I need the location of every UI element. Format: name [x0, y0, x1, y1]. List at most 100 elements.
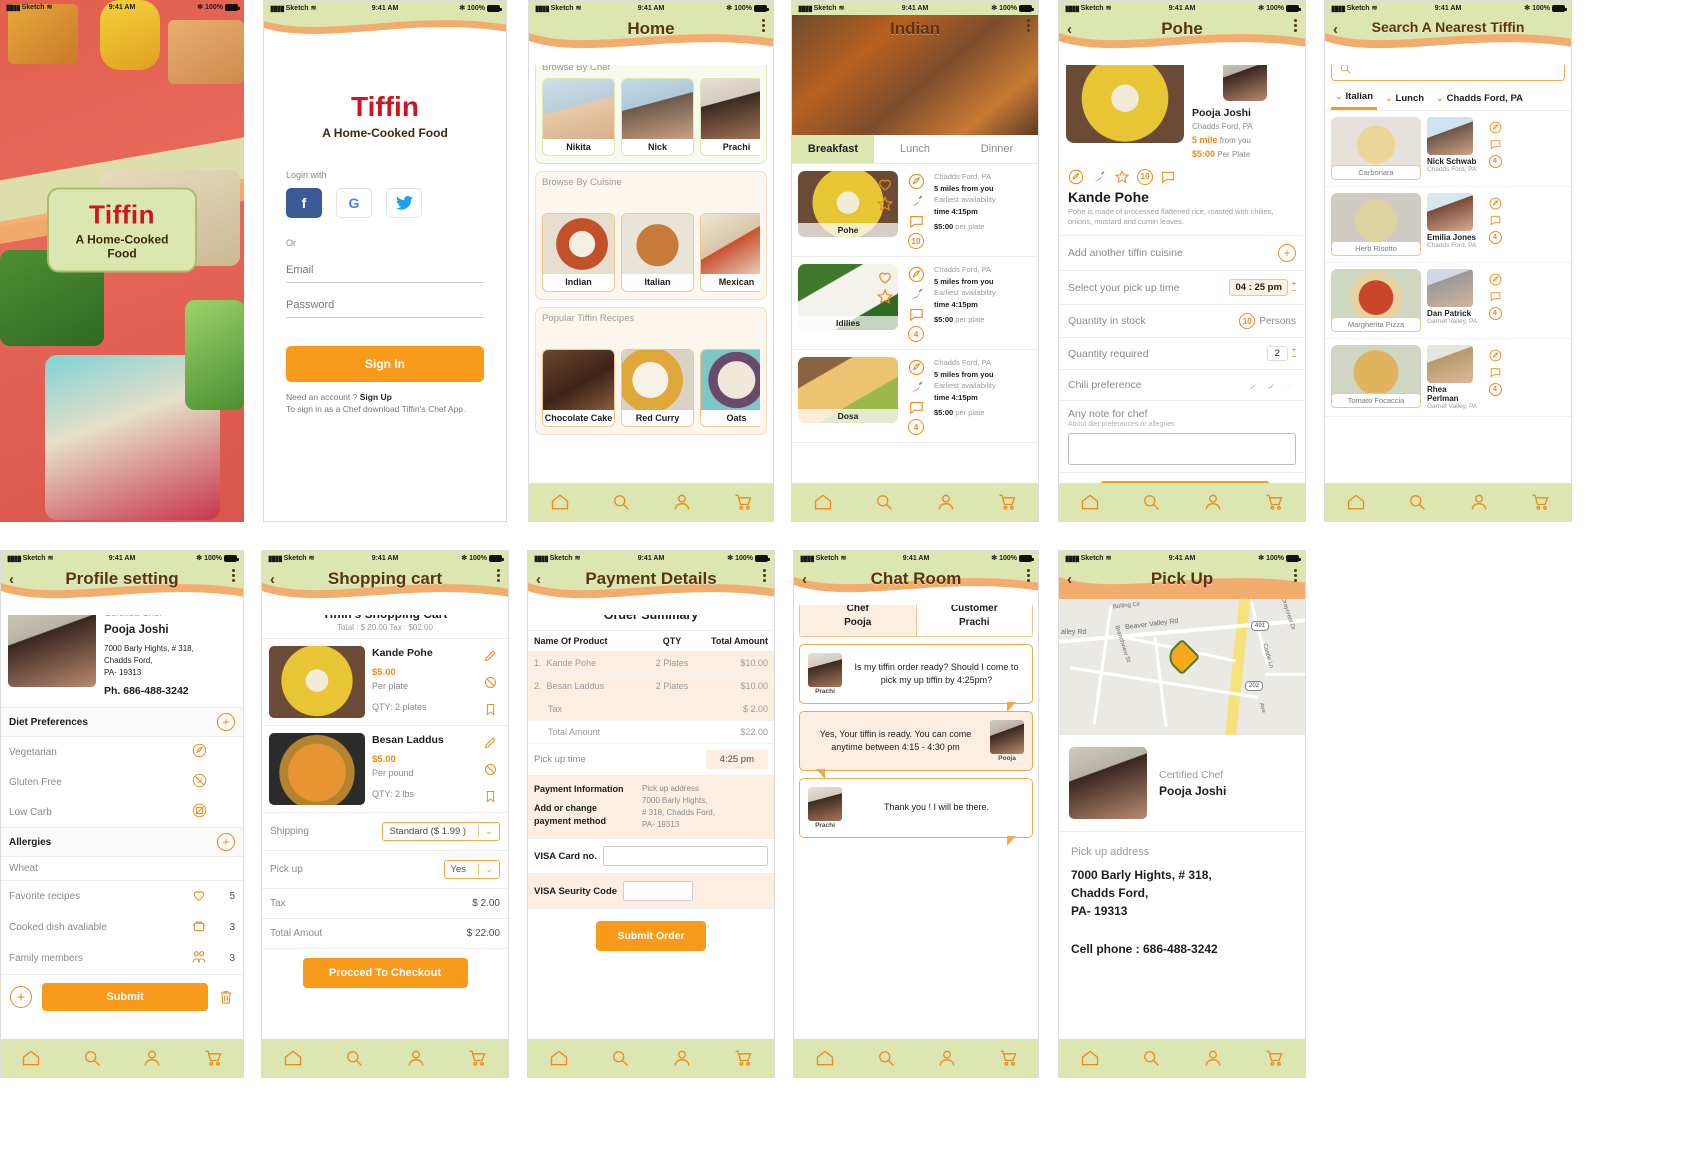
- search-icon[interactable]: [1407, 492, 1427, 512]
- pickup-time-value[interactable]: 04 : 25 pm: [1229, 279, 1288, 297]
- security-code-input[interactable]: [623, 881, 694, 901]
- cart-item-row[interactable]: Besan Laddus $5.00 Per pound QTY: 2 lbs: [262, 726, 508, 813]
- chat-icon[interactable]: [1160, 169, 1176, 185]
- add-icon[interactable]: +: [10, 986, 32, 1009]
- back-button[interactable]: ‹: [270, 572, 275, 587]
- tab-dinner[interactable]: Dinner: [956, 135, 1038, 163]
- search-icon[interactable]: [1141, 492, 1161, 512]
- submit-order-button[interactable]: Submit Order: [596, 921, 706, 951]
- cuisine-tile[interactable]: Italian: [621, 213, 694, 292]
- chat-icon[interactable]: [908, 306, 925, 323]
- add-icon[interactable]: +: [1278, 244, 1296, 263]
- star-icon[interactable]: [1114, 169, 1130, 185]
- home-icon[interactable]: [21, 1048, 41, 1068]
- chili-icon[interactable]: [1264, 378, 1278, 392]
- back-button[interactable]: ‹: [1067, 572, 1072, 587]
- chat-icon[interactable]: [908, 213, 925, 230]
- password-input[interactable]: Password: [286, 289, 484, 318]
- row-chili-preference[interactable]: Chili preference: [1059, 369, 1305, 400]
- overflow-menu-icon[interactable]: [1294, 569, 1297, 582]
- row-add-cuisine[interactable]: Add another tiffin cuisine +: [1059, 235, 1305, 270]
- sign-in-button[interactable]: Sign In: [286, 346, 484, 382]
- card-number-input[interactable]: [603, 846, 768, 866]
- edit-icon[interactable]: [483, 648, 498, 663]
- search-icon[interactable]: [82, 1048, 102, 1068]
- dish-row[interactable]: Dosa 4 Chadds Ford, PA 5 miles from you …: [792, 350, 1038, 443]
- home-icon[interactable]: [549, 1048, 569, 1068]
- stat-row[interactable]: Family members 3: [1, 943, 243, 974]
- result-dish[interactable]: Carbonara: [1331, 117, 1421, 180]
- result-dish[interactable]: Tomato Focaccia: [1331, 345, 1421, 408]
- note-textarea[interactable]: [1068, 433, 1296, 466]
- home-icon[interactable]: [283, 1048, 303, 1068]
- home-icon[interactable]: [1080, 492, 1100, 512]
- dish-row[interactable]: Pohe 10 Chadds Ford, PA 5 miles from you…: [792, 164, 1038, 257]
- diet-row[interactable]: Low Carb: [1, 797, 243, 827]
- search-result-row[interactable]: Carbonara Nick Schwab Chadds Ford, PA 4: [1325, 111, 1571, 187]
- back-button[interactable]: ‹: [1067, 22, 1072, 37]
- overflow-menu-icon[interactable]: [1294, 19, 1297, 32]
- chef-tile[interactable]: Nick: [621, 78, 694, 157]
- cart-item-row[interactable]: Kande Pohe $5.00 Per plate QTY: 2 plates: [262, 639, 508, 726]
- cart-icon[interactable]: [1264, 492, 1284, 512]
- diet-row[interactable]: Vegetarian: [1, 737, 243, 767]
- search-result-row[interactable]: Herb Risotto Emilia Jones Chadds Ford, PA…: [1325, 187, 1571, 263]
- delete-icon[interactable]: [218, 988, 234, 1006]
- cart-icon[interactable]: [467, 1048, 487, 1068]
- heart-icon[interactable]: [876, 175, 894, 193]
- remove-icon[interactable]: [483, 762, 498, 777]
- add-diet-button[interactable]: +: [217, 713, 235, 732]
- profile-icon[interactable]: [142, 1048, 162, 1068]
- shipping-select[interactable]: Standard ($ 1.99 ) ⌄: [382, 822, 500, 841]
- row-value[interactable]: 2 + −: [1266, 346, 1296, 362]
- pickup-select[interactable]: Yes ⌄: [443, 860, 500, 879]
- search-icon[interactable]: [344, 1048, 364, 1068]
- profile-icon[interactable]: [936, 492, 956, 512]
- result-dish[interactable]: Herb Risotto: [1331, 193, 1421, 256]
- profile-icon[interactable]: [937, 1048, 957, 1068]
- tab-lunch[interactable]: Lunch: [874, 135, 956, 163]
- profile-icon[interactable]: [1203, 1048, 1223, 1068]
- home-icon[interactable]: [815, 1048, 835, 1068]
- payment-info-sub[interactable]: Add or change payment method: [534, 802, 630, 828]
- chat-icon[interactable]: [908, 399, 925, 416]
- overflow-menu-icon[interactable]: [497, 569, 500, 582]
- avatar[interactable]: [8, 607, 96, 687]
- sign-up-link[interactable]: Sign Up: [360, 392, 392, 402]
- overflow-menu-icon[interactable]: [232, 569, 235, 582]
- cuisine-tile[interactable]: Indian: [542, 213, 615, 292]
- overflow-menu-icon[interactable]: [1027, 569, 1030, 582]
- search-icon[interactable]: [611, 492, 631, 512]
- search-icon[interactable]: [610, 1048, 630, 1068]
- row-pickup-time[interactable]: Select your pick up time 04 : 25 pm + −: [1059, 270, 1305, 304]
- allergy-row[interactable]: Wheat: [1, 857, 243, 880]
- back-button[interactable]: ‹: [802, 572, 807, 587]
- chili-scale[interactable]: [1246, 378, 1296, 392]
- chef-tile[interactable]: Prachi: [700, 78, 760, 157]
- search-icon[interactable]: [876, 1048, 896, 1068]
- recipe-tile[interactable]: Red Curry: [621, 348, 694, 428]
- star-icon[interactable]: [876, 288, 894, 306]
- result-chef[interactable]: Rhea Perlman Garnet Valley, PA: [1427, 345, 1479, 410]
- cart-icon[interactable]: [998, 1048, 1018, 1068]
- home-icon[interactable]: [813, 492, 833, 512]
- submit-button[interactable]: Submit: [42, 983, 208, 1012]
- profile-icon[interactable]: [406, 1048, 426, 1068]
- checkout-button[interactable]: Procced To Checkout: [302, 958, 468, 988]
- profile-icon[interactable]: [1203, 492, 1223, 512]
- time-stepper[interactable]: + −: [1292, 281, 1296, 295]
- cart-icon[interactable]: [997, 492, 1017, 512]
- cart-icon[interactable]: [733, 1048, 753, 1068]
- chef-tile[interactable]: Nikita: [542, 78, 615, 157]
- star-icon[interactable]: [876, 195, 894, 213]
- tab-breakfast[interactable]: Breakfast: [792, 135, 874, 163]
- quantity-stepper[interactable]: + −: [1292, 347, 1296, 361]
- remove-icon[interactable]: [483, 675, 498, 690]
- heart-icon[interactable]: [876, 268, 894, 286]
- home-icon[interactable]: [550, 492, 570, 512]
- search-icon[interactable]: [1141, 1048, 1161, 1068]
- overflow-menu-icon[interactable]: [763, 569, 766, 582]
- cuisine-tile[interactable]: Mexican: [700, 213, 760, 292]
- search-result-row[interactable]: Margherita Pizza Dan Patrick Garnet Valle…: [1325, 263, 1571, 339]
- email-input[interactable]: Email: [286, 254, 484, 283]
